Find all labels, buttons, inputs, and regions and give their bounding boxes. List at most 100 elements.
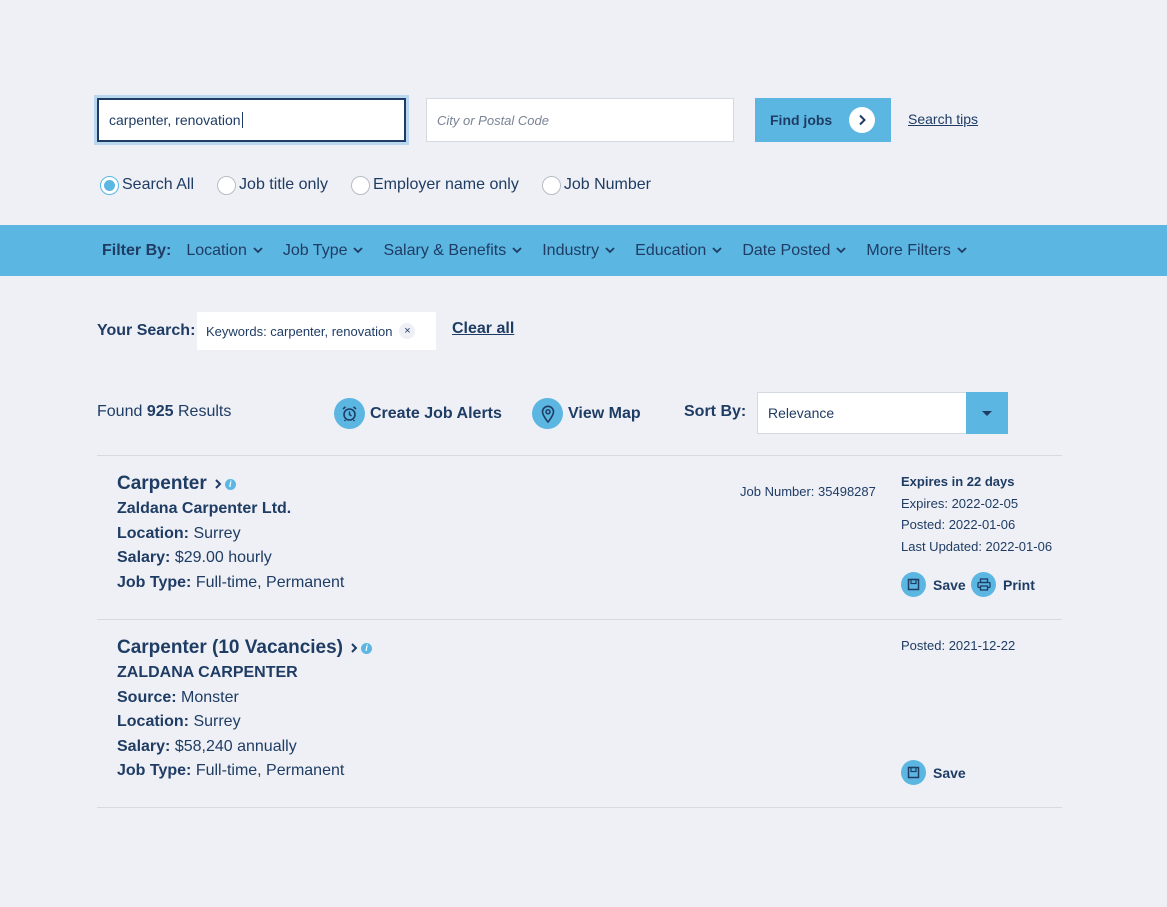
filter-bar: Filter By: Location Job Type Salary & Be… (0, 225, 1167, 276)
filter-label: Education (635, 241, 707, 259)
sort-select[interactable]: Relevance (757, 392, 1008, 434)
close-icon[interactable]: × (399, 323, 416, 339)
info-icon[interactable]: i (361, 642, 373, 654)
radio-button-checked[interactable] (100, 176, 119, 195)
chevron-down-icon (353, 247, 364, 254)
create-alerts-label: Create Job Alerts (370, 404, 502, 422)
radio-label: Job Number (563, 175, 651, 193)
posted-date: Posted: 2021-12-22 (901, 638, 1016, 653)
clear-all-link[interactable]: Clear all (452, 320, 514, 338)
filter-date-posted[interactable]: Date Posted (742, 241, 847, 260)
filter-label: More Filters (866, 241, 951, 259)
filter-job-type[interactable]: Job Type (283, 242, 364, 260)
expires-date: Expires: 2022-02-05 (901, 495, 1019, 511)
printer-icon (971, 572, 996, 597)
divider (97, 619, 1062, 620)
job-card: Carpenter (10 Vacancies) i ZALDANA CARPE… (117, 637, 373, 784)
found-suffix: Results (177, 403, 232, 420)
sort-value: Relevance (768, 405, 835, 421)
job-number: Job Number: 35498287 (740, 484, 876, 499)
job-location: Location: Surrey (117, 524, 241, 542)
keywords-input[interactable]: carpenter, renovation (97, 98, 406, 142)
save-button[interactable]: Save (901, 760, 966, 785)
chevron-down-icon (836, 247, 847, 254)
your-search-label: Your Search: (97, 322, 196, 339)
chevron-down-icon (253, 247, 263, 254)
info-icon[interactable]: i (224, 478, 236, 490)
filter-label: Location (186, 241, 247, 259)
find-jobs-button[interactable]: Find jobs (755, 98, 891, 142)
job-location: Location: Surrey (117, 713, 241, 731)
caret-down-icon[interactable] (966, 392, 1008, 434)
result-number: 925 (146, 403, 174, 420)
location-placeholder: City or Postal Code (437, 112, 549, 128)
chevron-down-icon (957, 247, 967, 254)
company-name: ZALDANA CARPENTER (117, 664, 298, 681)
radio-label: Job title only (239, 175, 328, 193)
location-input[interactable]: City or Postal Code (426, 98, 734, 142)
text-caret (241, 112, 243, 128)
chevron-down-icon (712, 247, 722, 254)
chevron-right-icon (849, 107, 875, 133)
create-job-alerts-button[interactable]: Create Job Alerts (334, 398, 502, 429)
divider (97, 807, 1062, 808)
find-jobs-label: Find jobs (770, 112, 833, 128)
save-icon (901, 572, 926, 597)
keyword-chip: Keywords: carpenter, renovation × (197, 312, 436, 350)
filter-by-label: Filter By: (102, 241, 172, 259)
chevron-right-icon (215, 479, 222, 489)
keywords-value: carpenter, renovation (109, 112, 241, 128)
chip-label: Keywords: carpenter, renovation (206, 323, 393, 339)
radio-button[interactable] (350, 176, 370, 195)
filter-salary-benefits[interactable]: Salary & Benefits (383, 242, 522, 260)
alarm-clock-icon (334, 398, 365, 429)
filter-label: Date Posted (742, 241, 831, 259)
save-label: Save (933, 576, 966, 593)
radio-label: Search All (122, 175, 195, 193)
chevron-right-icon (351, 643, 358, 653)
job-salary: Salary: $58,240 annually (117, 737, 297, 755)
filter-industry[interactable]: Industry (542, 242, 615, 260)
company-name: Zaldana Carpenter Ltd. (117, 500, 292, 517)
radio-employer-name-only[interactable]: Employer name only (350, 175, 519, 195)
chevron-down-icon (605, 247, 615, 254)
filter-label: Industry (542, 241, 600, 259)
sort-by-label: Sort By: (684, 403, 747, 420)
print-button[interactable]: Print (971, 572, 1035, 597)
job-source: Source: Monster (117, 688, 239, 706)
job-title-link[interactable]: Carpenter (10 Vacancies) i (117, 637, 373, 659)
job-title: Carpenter (10 Vacancies) (117, 637, 344, 658)
job-title-link[interactable]: Carpenter i (117, 473, 344, 495)
filter-education[interactable]: Education (635, 242, 722, 260)
search-tips-link[interactable]: Search tips (908, 111, 978, 127)
chevron-down-icon (512, 247, 522, 254)
radio-label: Employer name only (372, 175, 519, 193)
save-label: Save (933, 764, 966, 781)
job-title: Carpenter (117, 473, 207, 494)
radio-button[interactable] (217, 176, 237, 195)
view-map-button[interactable]: View Map (532, 398, 641, 429)
radio-job-number[interactable]: Job Number (541, 175, 651, 195)
print-label: Print (1003, 576, 1035, 593)
radio-search-all[interactable]: Search All (100, 175, 195, 195)
radio-button[interactable] (541, 176, 561, 195)
posted-date: Posted: 2022-01-06 (901, 517, 1016, 532)
job-type: Job Type: Full-time, Permanent (117, 762, 345, 780)
filter-more-filters[interactable]: More Filters (866, 241, 967, 260)
search-scope-radios: Search All Job title only Employer name … (100, 175, 674, 195)
job-salary: Salary: $29.00 hourly (117, 549, 272, 567)
radio-job-title-only[interactable]: Job title only (217, 175, 328, 195)
map-pin-icon (532, 398, 563, 429)
job-dates: Expires in 22 days Expires: 2022-02-05 P… (901, 471, 1052, 557)
last-updated-date: Last Updated: 2022-01-06 (901, 538, 1053, 554)
divider (97, 455, 1062, 456)
save-icon (901, 760, 926, 785)
save-button[interactable]: Save (901, 572, 966, 597)
job-type: Job Type: Full-time, Permanent (117, 573, 345, 591)
expires-in: Expires in 22 days (901, 474, 1015, 489)
job-card: Carpenter i Zaldana Carpenter Ltd. Locat… (117, 473, 344, 595)
filter-location[interactable]: Location (186, 242, 263, 260)
results-count: Found 925 Results (97, 403, 231, 421)
view-map-label: View Map (568, 404, 641, 422)
filter-label: Salary & Benefits (383, 241, 507, 259)
